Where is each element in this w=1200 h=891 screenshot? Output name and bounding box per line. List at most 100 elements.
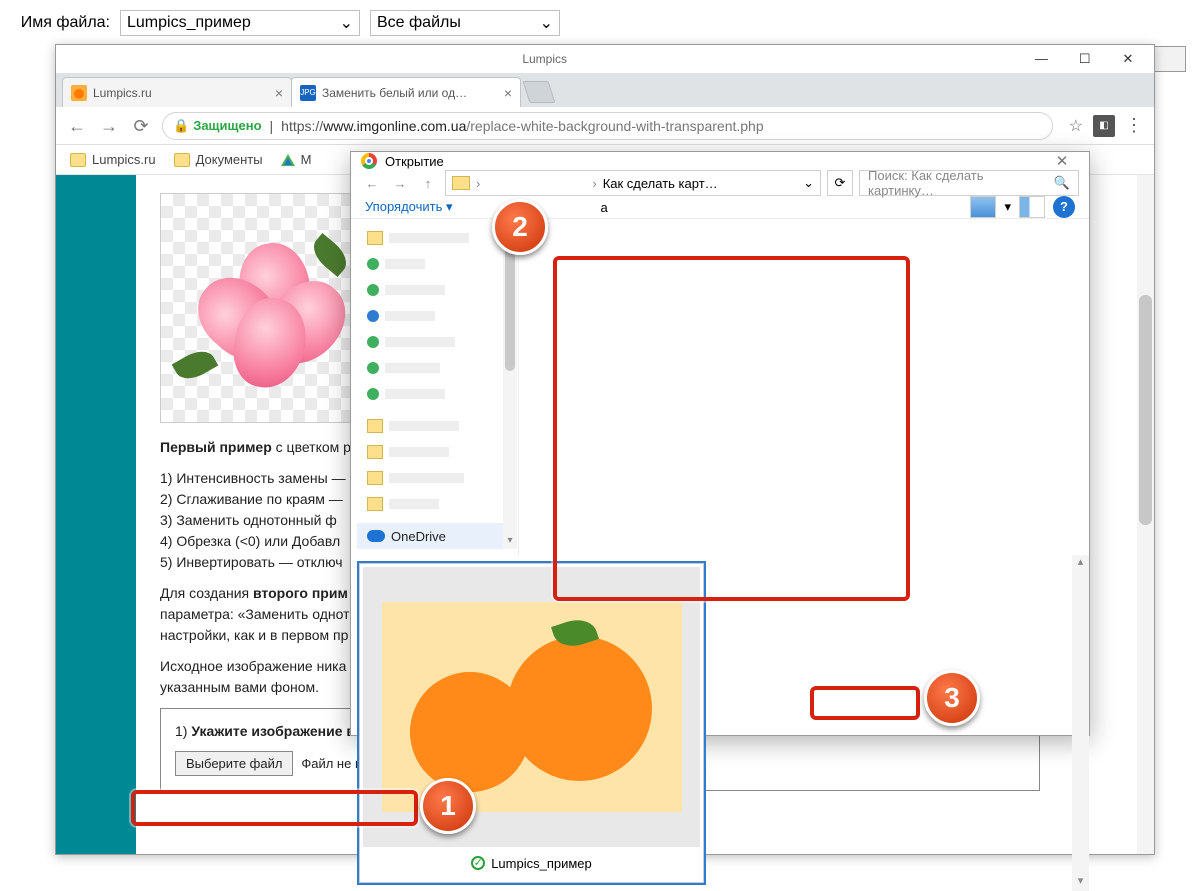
file-open-dialog: Открытие ✕ ← → ↑ › › Как сделать карт… ⌄… [350,151,1090,736]
window-title: Lumpics [522,52,567,66]
folder-icon [174,153,190,167]
chevron-down-icon[interactable]: ▾ [1004,199,1011,215]
extension-icon[interactable]: ◧ [1093,115,1115,137]
filelist-scrollbar[interactable]: ▴ ▾ [1072,555,1089,891]
scrollbar-thumb[interactable] [1139,295,1152,525]
refresh-button[interactable]: ⟳ [827,170,853,196]
scrollbar-thumb[interactable] [505,241,515,371]
tab-close-icon[interactable]: × [504,85,512,101]
chrome-menu-button[interactable]: ⋮ [1125,115,1144,136]
folder-icon [70,153,86,167]
status-dot-icon [367,388,379,400]
chevron-down-icon: ▾ [446,199,453,214]
tree-item[interactable] [357,465,512,491]
nav-forward-button[interactable]: → [389,176,411,191]
file-list[interactable]: Lumpics_пример ▴ ▾ [351,555,1089,891]
view-thumbnails-button[interactable] [970,196,996,218]
status-dot-icon [367,336,379,348]
bookmark-star-icon[interactable]: ☆ [1069,116,1083,136]
filename-value: Lumpics_пример [127,14,251,32]
favicon-icon [71,85,87,101]
tree-scrollbar[interactable]: ▴ ▾ [503,225,517,549]
bookmark-item[interactable]: Lumpics.ru [70,152,156,167]
filename-input[interactable]: Lumpics_пример ⌄ [120,10,360,36]
tree-item-onedrive[interactable]: OneDrive [357,523,512,549]
dialog-title: Открытие [385,154,444,169]
thumbnail-canvas [363,567,700,847]
page-scrollbar[interactable] [1137,175,1154,854]
nav-back-button[interactable]: ← [361,176,383,191]
dialog-close-button[interactable]: ✕ [1045,152,1079,170]
scroll-down-icon[interactable]: ▾ [1072,874,1089,891]
back-button[interactable]: ← [66,115,88,137]
dialog-toolbar: Упорядочить ▾ а ▾ ? [351,196,1089,219]
tree-item[interactable] [357,225,512,251]
tab-label: Lumpics.ru [93,86,152,100]
folder-icon [367,419,383,433]
nav-up-button[interactable]: ↑ [417,176,439,191]
forward-button[interactable]: → [98,115,120,137]
minimize-button[interactable]: — [1021,48,1061,70]
url-text: https://www.imgonline.com.ua/replace-whi… [281,118,763,134]
check-icon [471,856,485,870]
dialog-body: OneDrive ▴ ▾ [351,219,1089,555]
maximize-button[interactable]: ☐ [1065,48,1105,70]
chevron-down-icon[interactable]: ⌄ [540,13,553,33]
tab-lumpics[interactable]: Lumpics.ru × [62,77,292,107]
tree-item[interactable] [357,303,512,329]
status-dot-icon [367,284,379,296]
breadcrumb-folder[interactable]: Как сделать карт… [603,176,718,191]
preview-pane-button[interactable] [1019,196,1045,218]
status-dot-icon [367,258,379,270]
google-drive-icon [281,154,295,166]
organize-menu[interactable]: Упорядочить ▾ [365,199,453,215]
folder-tree[interactable]: OneDrive ▴ ▾ [351,219,519,555]
window-controls: — ☐ ✕ [1021,48,1148,70]
tree-item[interactable] [357,251,512,277]
tree-item[interactable] [357,355,512,381]
omnibox[interactable]: 🔒 Защищено | https://www.imgonline.com.u… [162,112,1053,140]
new-tab-button[interactable] [522,81,555,103]
scroll-up-icon[interactable]: ▴ [1072,555,1089,572]
address-bar: ← → ⟳ 🔒 Защищено | https://www.imgonline… [56,107,1154,145]
folder-icon [452,176,470,190]
tree-item[interactable] [357,329,512,355]
search-input[interactable]: Поиск: Как сделать картинку… 🔍 [859,170,1079,196]
favicon-icon: JPG [300,85,316,101]
bookmark-item[interactable]: М [281,152,312,167]
choose-file-button[interactable]: Выберите файл [175,751,293,776]
filetype-select[interactable]: Все файлы ⌄ [370,10,560,36]
tree-item[interactable] [357,491,512,517]
flower-graphic [200,233,350,383]
chevron-right-icon: › [476,176,480,191]
help-button[interactable]: ? [1053,196,1075,218]
file-thumbnail[interactable]: Lumpics_пример [359,563,704,883]
callout-2: 2 [492,199,548,255]
breadcrumb[interactable]: › › Как сделать карт… ⌄ [445,170,821,196]
search-icon: 🔍 [1054,175,1070,191]
dialog-nav: ← → ↑ › › Как сделать карт… ⌄ ⟳ Поиск: К… [351,170,1089,196]
chevron-down-icon[interactable]: ⌄ [340,13,353,33]
tree-item[interactable] [357,277,512,303]
scroll-down-icon[interactable]: ▾ [503,535,517,549]
bookmark-item[interactable]: Документы [174,152,263,167]
folder-icon [367,231,383,245]
folder-icon [367,445,383,459]
lock-icon: 🔒 Защищено [173,118,262,134]
chevron-down-icon[interactable]: ⌄ [803,175,814,191]
filename-label: Имя файла: [14,14,110,32]
window-titlebar: Lumpics — ☐ ✕ [56,45,1154,73]
callout-3: 3 [924,670,980,726]
tree-item[interactable] [357,439,512,465]
callout-1: 1 [420,778,476,834]
chevron-right-icon: › [592,176,596,191]
tree-item[interactable] [357,381,512,407]
close-button[interactable]: ✕ [1108,48,1148,70]
reload-button[interactable]: ⟳ [130,115,152,137]
tab-label: Заменить белый или од… [322,86,467,100]
tab-close-icon[interactable]: × [275,85,283,101]
tree-item[interactable] [357,413,512,439]
tab-imgonline[interactable]: JPG Заменить белый или од… × [291,77,521,107]
folder-icon [367,497,383,511]
folder-icon [367,471,383,485]
